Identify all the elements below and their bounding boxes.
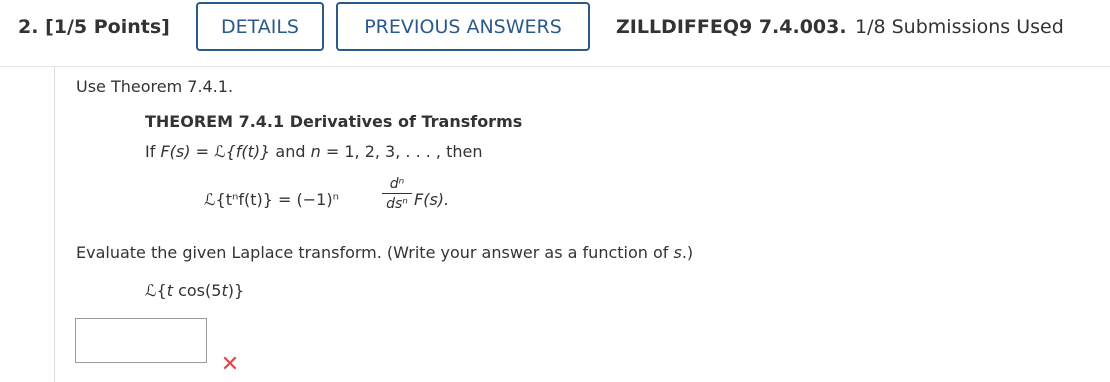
fraction-numerator: dⁿ: [389, 176, 405, 192]
evaluate-suffix: .): [681, 243, 694, 262]
problem-code: ZILLDIFFEQ9 7.4.003.: [616, 16, 847, 38]
answer-input[interactable]: [75, 318, 207, 363]
formula-rhs: F(s).: [414, 190, 450, 209]
transform-cos: cos(5: [173, 281, 222, 300]
theorem-ft: {f(t)}: [225, 142, 271, 161]
transform-close: )}: [227, 281, 245, 300]
theorem-if: If: [145, 142, 156, 161]
theorem-statement: If F(s) = ℒ{f(t)} and n = 1, 2, 3, . . .…: [145, 142, 482, 161]
theorem-eq: =: [190, 142, 215, 161]
evaluate-var: s: [673, 243, 682, 262]
theorem-title: THEOREM 7.4.1 Derivatives of Transforms: [145, 112, 523, 131]
question-left-border: [54, 67, 55, 382]
transform-expression: ℒ{t cos(5t)}: [145, 281, 244, 300]
question-number: 2.: [18, 16, 39, 38]
question-number-points: 2. [1/5 Points]: [18, 16, 170, 38]
transform-open: {: [156, 281, 167, 300]
laplace-symbol: ℒ: [145, 281, 157, 300]
derivative-fraction: dⁿ dsⁿ: [382, 176, 412, 213]
previous-answers-button[interactable]: PREVIOUS ANSWERS: [336, 2, 590, 51]
theorem-and: and: [270, 142, 311, 161]
fraction-bar: [382, 193, 412, 194]
evaluate-prefix: Evaluate the given Laplace transform. (W…: [76, 243, 674, 262]
question-header: 2. [1/5 Points] DETAILS PREVIOUS ANSWERS…: [0, 0, 1110, 67]
submissions-used: 1/8 Submissions Used: [855, 16, 1064, 38]
formula-lhs: ℒ{tⁿf(t)} = (−1)ⁿ: [204, 190, 339, 209]
theorem-n: n: [310, 142, 321, 161]
theorem-formula: ℒ{tⁿf(t)} = (−1)ⁿ dⁿ dsⁿ F(s).: [204, 176, 524, 230]
instruction-text: Use Theorem 7.4.1.: [76, 77, 234, 96]
theorem-Fs: F(s): [160, 142, 191, 161]
evaluate-instruction: Evaluate the given Laplace transform. (W…: [76, 243, 693, 262]
laplace-symbol: ℒ: [214, 142, 226, 161]
fraction-denominator: dsⁿ: [386, 196, 408, 212]
points-label: [1/5 Points]: [45, 16, 170, 38]
details-button[interactable]: DETAILS: [196, 2, 324, 51]
theorem-values: = 1, 2, 3, . . . , then: [320, 142, 483, 161]
x-mark-icon: ✕: [220, 352, 240, 377]
